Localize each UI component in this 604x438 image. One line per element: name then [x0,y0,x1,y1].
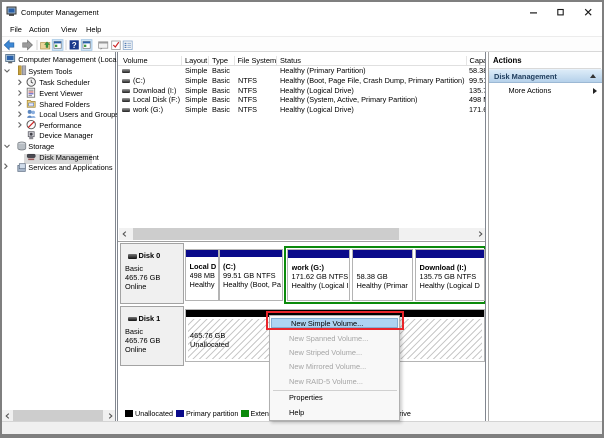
svg-text:?: ? [72,41,77,50]
